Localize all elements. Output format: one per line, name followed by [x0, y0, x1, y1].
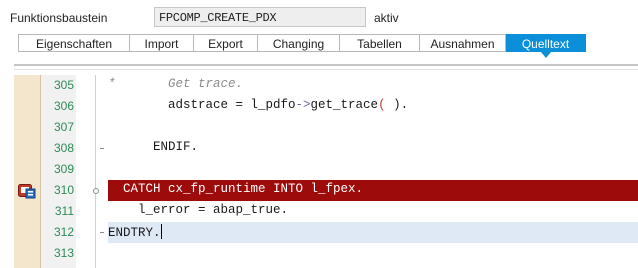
code-line[interactable]: 308 ENDIF. — [0, 138, 638, 159]
active-tab-indicator — [541, 52, 551, 58]
code-text: l_error = abap_true. — [108, 203, 289, 217]
line-number: 311 — [54, 204, 74, 218]
fold-start-marker[interactable] — [93, 188, 99, 194]
code-token: ENDTRY. — [108, 226, 161, 240]
code-line[interactable]: 311 l_error = abap_true. — [0, 201, 638, 222]
code-text: ENDTRY. — [108, 224, 162, 243]
function-module-name-field[interactable]: FPCOMP_CREATE_PDX — [154, 7, 366, 27]
editor-toolbar-divider — [14, 64, 638, 66]
header-row: Funktionsbaustein FPCOMP_CREATE_PDX akti… — [0, 7, 638, 29]
code-line-current[interactable]: 312 ENDTRY. — [0, 222, 638, 243]
line-number: 310 — [53, 183, 74, 197]
code-text: ENDIF. — [108, 140, 199, 154]
code-line[interactable]: 306 adstrace = l_pdfo->get_trace( ). — [0, 96, 638, 117]
line-number: 308 — [53, 141, 74, 155]
code-text: adstrace = l_pdfo->get_trace( ). — [108, 98, 408, 117]
code-token: adstrace = l_pdfo — [108, 98, 296, 112]
editor-toolbar-divider-secondary — [14, 69, 638, 70]
line-number: 306 — [53, 99, 74, 113]
tab-export[interactable]: Export — [194, 34, 258, 52]
code-token: ). — [385, 98, 409, 112]
tab-tabellen[interactable]: Tabellen — [340, 34, 420, 52]
line-number: 305 — [53, 78, 74, 92]
runtime-error-icon[interactable] — [18, 183, 36, 199]
line-number: 309 — [53, 162, 74, 176]
status-text: aktiv — [374, 11, 399, 25]
code-line[interactable]: 307 — [0, 117, 638, 138]
code-line-error[interactable]: 310 CATCH cx_fp_runtime INTO l_fpex. — [0, 180, 638, 201]
fold-end-marker — [100, 232, 104, 233]
line-number: 313 — [53, 246, 74, 260]
code-text: CATCH cx_fp_runtime INTO l_fpex. — [108, 182, 364, 196]
code-text: * Get trace. — [108, 77, 244, 91]
code-token: get_trace — [310, 98, 379, 112]
fold-end-marker — [100, 148, 104, 149]
code-token-paren: ( — [378, 98, 386, 112]
function-module-label: Funktionsbaustein — [10, 11, 108, 25]
line-number: 307 — [53, 120, 74, 134]
code-line[interactable]: 309 — [0, 159, 638, 180]
tab-quelltext[interactable]: Quelltext — [506, 34, 586, 52]
tab-ausnahmen[interactable]: Ausnahmen — [420, 34, 506, 52]
line-number: 312 — [53, 225, 74, 239]
tab-strip: Eigenschaften Import Export Changing Tab… — [18, 34, 586, 53]
tab-import[interactable]: Import — [130, 34, 194, 52]
code-line[interactable]: 305 * Get trace. — [0, 75, 638, 96]
current-line-highlight — [108, 222, 638, 243]
code-token-operator: -> — [295, 98, 311, 112]
text-cursor — [160, 224, 162, 239]
tab-changing[interactable]: Changing — [258, 34, 340, 52]
code-editor[interactable]: 305 * Get trace. 306 adstrace = l_pdfo->… — [0, 75, 638, 268]
tab-eigenschaften[interactable]: Eigenschaften — [18, 34, 130, 52]
code-line[interactable]: 313 — [0, 243, 638, 264]
